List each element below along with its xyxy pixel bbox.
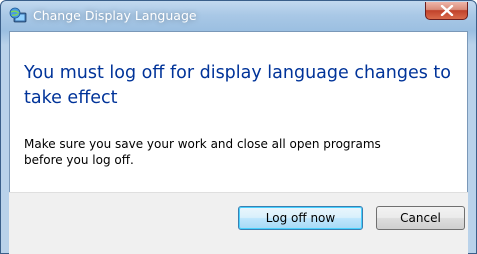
close-button[interactable]: [425, 2, 468, 20]
close-icon: [440, 5, 454, 16]
content-line-2: before you log off.: [24, 153, 134, 167]
content-text: Make sure you save your work and close a…: [24, 136, 454, 168]
log-off-now-button[interactable]: Log off now: [238, 206, 363, 230]
globe-display-icon: [9, 7, 27, 25]
main-instruction: You must log off for display language ch…: [24, 63, 451, 108]
cancel-button[interactable]: Cancel: [376, 206, 465, 230]
title-bar[interactable]: Change Display Language: [1, 1, 476, 31]
content-line-1: Make sure you save your work and close a…: [24, 137, 381, 151]
window-title: Change Display Language: [33, 8, 197, 23]
